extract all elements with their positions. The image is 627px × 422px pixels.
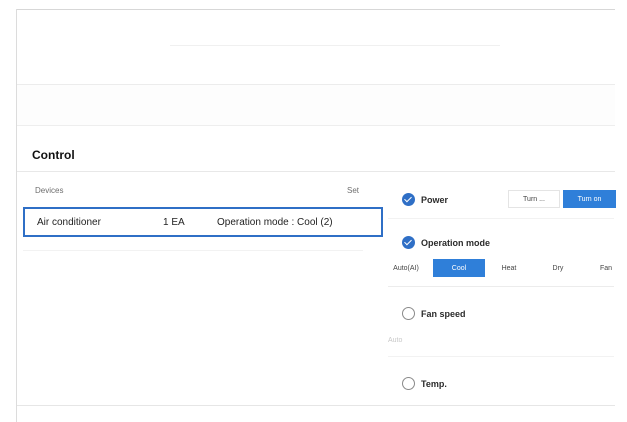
operation-mode-label: Operation mode	[421, 238, 491, 248]
device-operation-mode: Operation mode : Cool (2)	[217, 217, 333, 228]
mode-option-fan[interactable]: Fan	[588, 259, 624, 277]
turn-on-button[interactable]: Turn on	[563, 190, 616, 208]
column-header-set: Set	[346, 186, 359, 195]
mode-option-auto-ai[interactable]: Auto(AI)	[386, 259, 426, 277]
operation-mode-checkbox[interactable]	[402, 236, 415, 249]
filter-area	[17, 85, 615, 126]
mode-option-cool[interactable]: Cool	[433, 259, 485, 277]
table-divider	[23, 250, 363, 251]
device-name: Air conditioner	[37, 217, 101, 228]
power-checkbox[interactable]	[402, 193, 415, 206]
operation-mode-divider	[388, 286, 614, 287]
section-title: Control	[32, 148, 75, 162]
fan-speed-checkbox[interactable]	[402, 307, 415, 320]
column-header-devices: Devices	[35, 186, 64, 195]
turn-off-button[interactable]: Turn ...	[508, 190, 560, 208]
device-row-air-conditioner[interactable]: Air conditioner 1 EA Operation mode : Co…	[23, 207, 383, 237]
bottom-divider	[17, 405, 615, 406]
power-label: Power	[421, 195, 449, 205]
mode-option-heat[interactable]: Heat	[488, 259, 530, 277]
temp-checkbox[interactable]	[402, 377, 415, 390]
fan-speed-divider	[388, 356, 614, 357]
mode-option-dry[interactable]: Dry	[540, 259, 576, 277]
header-area	[17, 10, 615, 85]
header-divider	[170, 45, 500, 46]
fan-speed-hint: Auto	[388, 337, 403, 344]
fan-speed-label: Fan speed	[421, 309, 466, 319]
device-count: 1 EA	[163, 217, 185, 228]
temp-label: Temp.	[421, 379, 447, 389]
devices-table-header: Devices Set	[23, 182, 363, 202]
power-divider	[388, 218, 614, 219]
section-divider	[17, 171, 615, 172]
